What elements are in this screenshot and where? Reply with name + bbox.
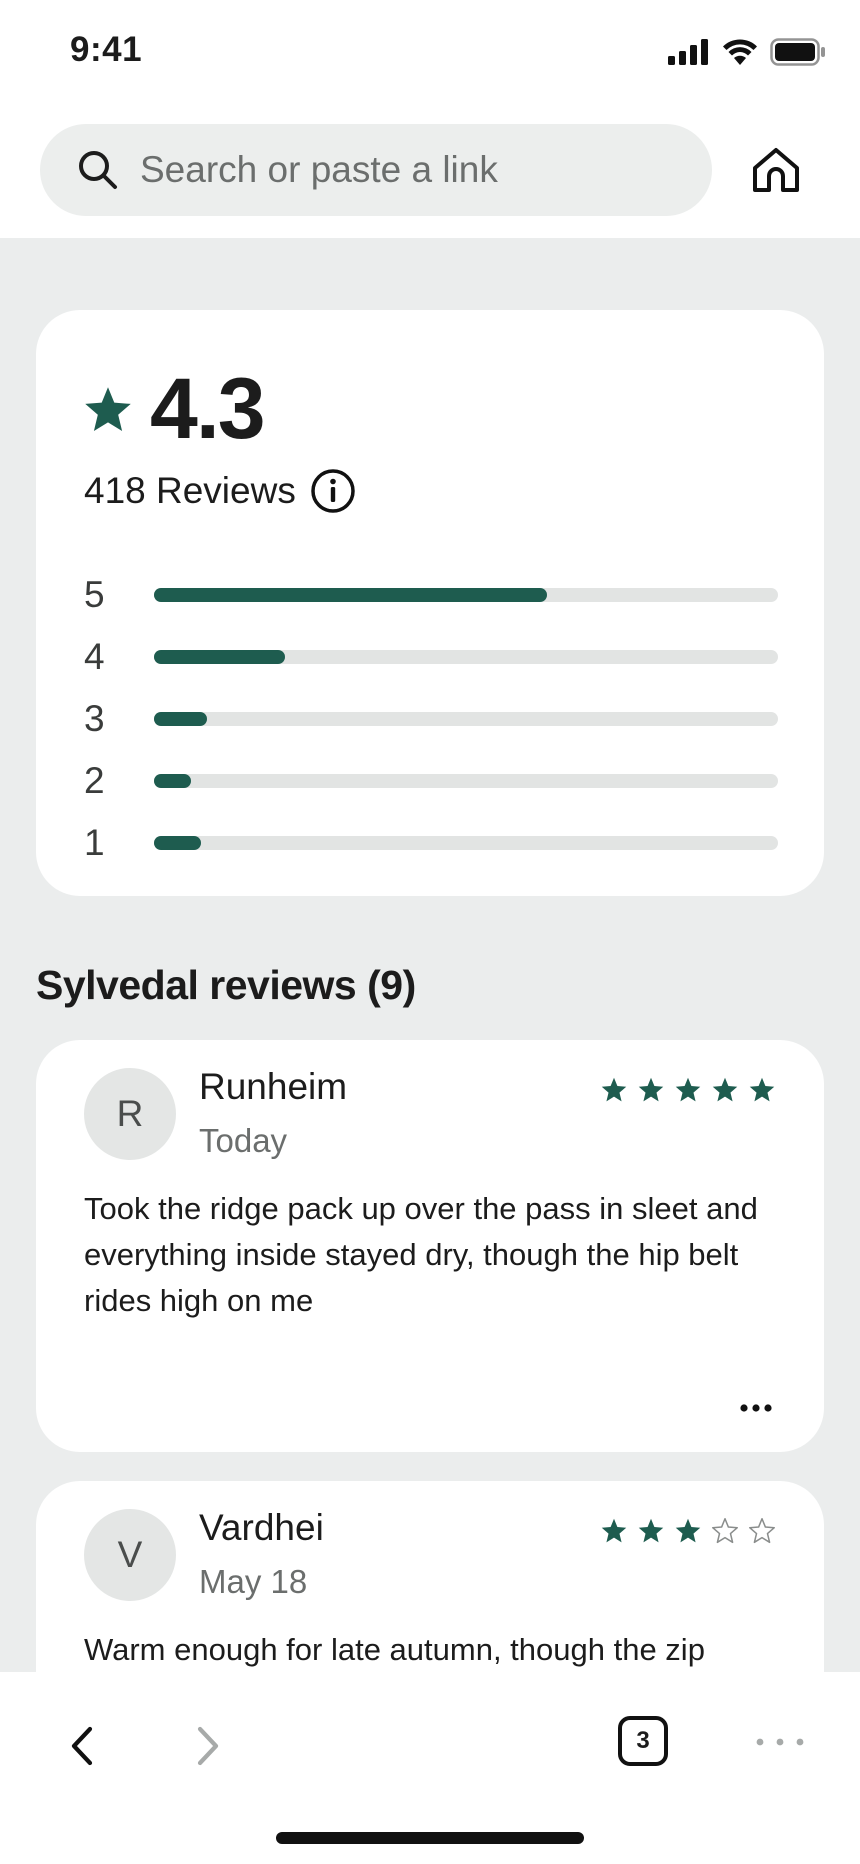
search-icon bbox=[76, 148, 120, 192]
wifi-icon bbox=[723, 39, 757, 65]
menu-dots-icon bbox=[756, 1738, 804, 1746]
review-star-rating bbox=[600, 1517, 776, 1545]
star-filled-icon bbox=[712, 1077, 738, 1102]
bar-track bbox=[154, 774, 778, 788]
bar-fill bbox=[154, 836, 201, 850]
search-header: Search or paste a link bbox=[0, 104, 860, 238]
star-filled-icon bbox=[601, 1077, 627, 1102]
rating-bar-2: 2 bbox=[84, 750, 784, 812]
bar-label: 2 bbox=[84, 760, 105, 801]
bar-fill bbox=[154, 712, 208, 726]
bar-label: 4 bbox=[84, 636, 105, 677]
star-empty-icon bbox=[711, 1517, 739, 1544]
bar-fill bbox=[154, 774, 192, 788]
avatar: V bbox=[84, 1509, 176, 1601]
star-filled-icon bbox=[675, 1518, 701, 1543]
home-indicator bbox=[276, 1832, 584, 1844]
rating-row: 4.3 bbox=[82, 360, 266, 459]
chevron-left-icon bbox=[71, 1726, 93, 1766]
star-icon bbox=[85, 386, 131, 431]
review-date: May 18 bbox=[199, 1563, 308, 1600]
bar-label: 5 bbox=[84, 574, 105, 615]
search-placeholder: Search or paste a link bbox=[140, 149, 498, 190]
bar-label: 1 bbox=[84, 822, 105, 863]
back-button[interactable] bbox=[60, 1716, 104, 1776]
rating-bar-1: 1 bbox=[84, 812, 784, 874]
more-horizontal-icon bbox=[740, 1404, 772, 1412]
reviews-count: 418 Reviews bbox=[84, 470, 296, 511]
star-filled-icon bbox=[638, 1518, 664, 1543]
average-rating: 4.3 bbox=[150, 361, 266, 457]
rating-bar-3: 3 bbox=[84, 688, 784, 750]
review-date: Today bbox=[199, 1122, 288, 1159]
star-filled-icon bbox=[749, 1077, 775, 1102]
status-bar: 9:41 bbox=[0, 0, 860, 104]
avatar: R bbox=[84, 1068, 176, 1160]
status-time: 9:41 bbox=[70, 30, 143, 69]
forward-button[interactable] bbox=[186, 1716, 230, 1776]
cellular-signal-icon bbox=[668, 39, 708, 65]
rating-summary-card: 4.3 418 Reviews 5 4 3 2 1 bbox=[36, 310, 824, 896]
rating-bar-5: 5 bbox=[84, 564, 784, 626]
star-filled-icon bbox=[601, 1518, 627, 1543]
more-options-button[interactable] bbox=[734, 1394, 778, 1422]
home-button[interactable] bbox=[748, 142, 804, 198]
status-icons bbox=[668, 38, 826, 66]
tab-count: 3 bbox=[636, 1727, 650, 1754]
bar-track bbox=[154, 588, 778, 602]
reviews-count-row: 418 Reviews bbox=[84, 468, 356, 514]
review-card[interactable]: R Runheim Today Took the ridge pack up o… bbox=[36, 1040, 824, 1452]
tabs-button[interactable]: 3 bbox=[618, 1716, 668, 1766]
bar-track bbox=[154, 836, 778, 850]
star-empty-icon bbox=[748, 1517, 776, 1544]
bar-label: 3 bbox=[84, 698, 105, 739]
menu-button[interactable] bbox=[752, 1730, 808, 1754]
review-star-rating bbox=[600, 1076, 776, 1104]
reviewer-name: Runheim bbox=[199, 1066, 348, 1107]
bar-fill bbox=[154, 588, 548, 602]
star-filled-icon bbox=[638, 1077, 664, 1102]
star-filled-icon bbox=[675, 1077, 701, 1102]
review-text: Warm enough for late autumn, though the … bbox=[84, 1632, 705, 1667]
search-input[interactable]: Search or paste a link bbox=[40, 124, 712, 216]
battery-icon bbox=[770, 38, 825, 66]
home-icon bbox=[753, 148, 799, 192]
rating-distribution: 5 4 3 2 1 bbox=[84, 564, 784, 874]
reviewer-name: Vardhei bbox=[199, 1507, 324, 1548]
review-text: Took the ridge pack up over the pass in … bbox=[84, 1191, 758, 1318]
bottom-toolbar: 3 bbox=[0, 1672, 860, 1864]
info-icon[interactable] bbox=[310, 468, 356, 514]
reviews-section-title: Sylvedal reviews (9) bbox=[36, 962, 416, 1008]
rating-bar-4: 4 bbox=[84, 626, 784, 688]
chevron-right-icon bbox=[197, 1726, 219, 1766]
bar-fill bbox=[154, 650, 286, 664]
bar-track bbox=[154, 712, 778, 726]
bar-track bbox=[154, 650, 778, 664]
